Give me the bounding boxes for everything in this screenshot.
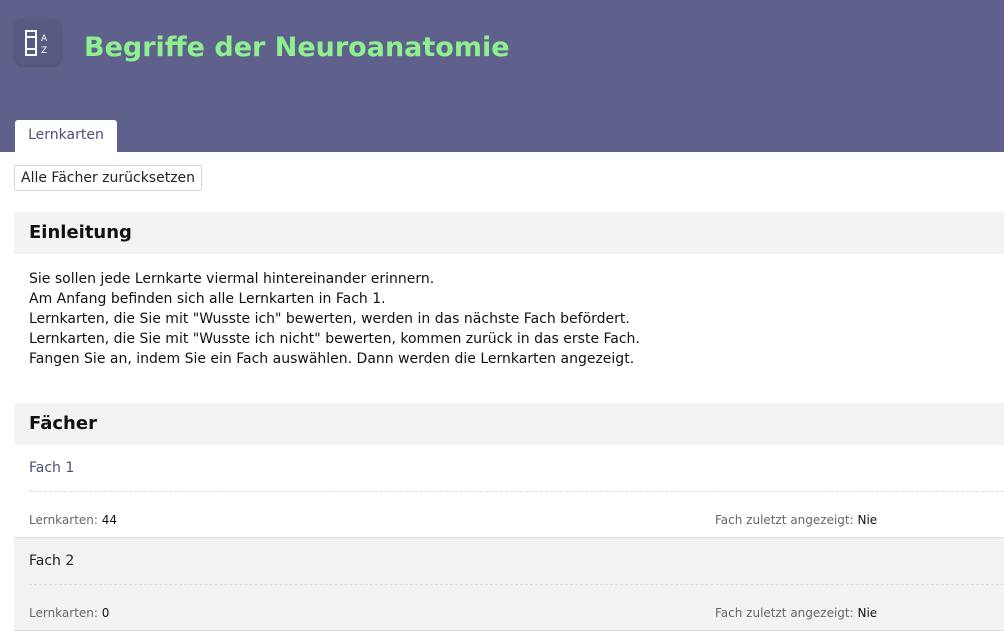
last-shown-value: Nie [857,606,878,620]
fach-1-link[interactable]: Fach 1 [29,460,74,476]
last-shown-value: Nie [857,513,878,527]
intro-heading: Einleitung [14,212,1004,254]
intro-text: Sie sollen jede Lernkarte viermal hinter… [29,269,989,369]
reset-all-button[interactable]: Alle Fächer zurücksetzen [14,165,203,191]
divider [29,584,1004,585]
fach-1-last-shown: Fach zuletzt angezeigt: Nie [715,513,877,527]
fach-2-name: Fach 2 [29,553,75,569]
fach-2-count: Lernkarten: 0 [29,606,109,620]
intro-line: Fangen Sie an, indem Sie ein Fach auswäh… [29,351,635,367]
book-az-icon: A Z [15,19,61,65]
intro-line: Lernkarten, die Sie mit "Wusste ich nich… [29,331,640,347]
fach-item-1: Fach 1 Lernkarten: 44 Fach zuletzt angez… [14,445,1004,538]
last-shown-label: Fach zuletzt angezeigt: [715,606,854,620]
intro-line: Lernkarten, die Sie mit "Wusste ich" bew… [29,311,630,327]
page-title: Begriffe der Neuroanatomie [84,32,510,63]
intro-line: Am Anfang befinden sich alle Lernkarten … [29,291,386,307]
svg-text:A: A [41,34,48,44]
intro-line: Sie sollen jede Lernkarte viermal hinter… [29,271,435,287]
fach-item-2: Fach 2 Lernkarten: 0 Fach zuletzt angeze… [14,538,1004,631]
count-value: 44 [101,513,118,527]
count-value: 0 [101,606,110,620]
count-label: Lernkarten: [29,606,98,620]
faecher-heading: Fächer [14,403,1004,445]
last-shown-label: Fach zuletzt angezeigt: [715,513,854,527]
svg-text:Z: Z [41,46,47,56]
count-label: Lernkarten: [29,513,98,527]
app-header: A Z Begriffe der Neuroanatomie Lernkarte… [0,0,1004,152]
fach-1-count: Lernkarten: 44 [29,513,117,527]
divider [29,491,1004,492]
fach-2-last-shown: Fach zuletzt angezeigt: Nie [715,606,877,620]
tab-lernkarten[interactable]: Lernkarten [15,120,117,152]
